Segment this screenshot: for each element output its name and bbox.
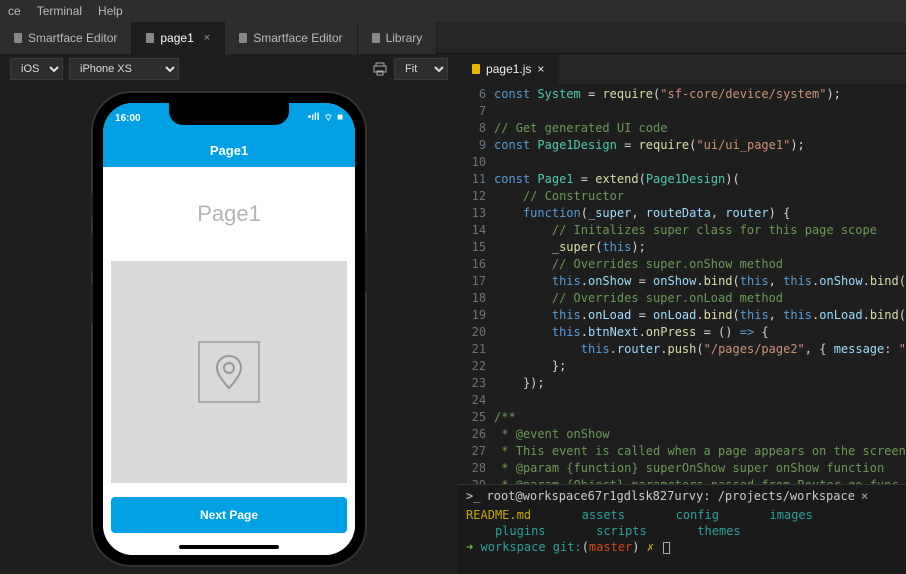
close-icon[interactable]: ×	[204, 32, 210, 44]
notch	[169, 103, 289, 125]
battery-icon: ■	[337, 112, 343, 125]
editor-tab-label: page1.js	[486, 62, 531, 76]
code-editor[interactable]: 6 7 8 9 10 11 12 13 14 15 16 17 18 19 20…	[458, 84, 906, 484]
editor-tab[interactable]: page1.js ×	[458, 54, 558, 84]
device-frame: 16:00 •ıll ⌔ ■ Page1 Page1	[93, 93, 365, 565]
menu-item[interactable]: Help	[98, 4, 123, 18]
code-content[interactable]: const System = require("sf-core/device/s…	[494, 84, 906, 484]
device-screen[interactable]: 16:00 •ıll ⌔ ■ Page1 Page1	[103, 103, 355, 555]
device-select[interactable]: iPhone XS	[69, 58, 179, 80]
statusbar-time: 16:00	[115, 113, 141, 124]
menubar: ce Terminal Help	[0, 0, 906, 22]
menu-item[interactable]: ce	[8, 4, 21, 18]
tab[interactable]: Smartface Editor	[225, 22, 357, 54]
tab[interactable]: Library	[358, 22, 438, 54]
signal-icon: •ıll	[308, 112, 320, 125]
tabbar: Smartface Editor page1 × Smartface Editor Li…	[0, 22, 906, 54]
preview-toolbar: iOS iPhone XS Fit	[0, 54, 458, 84]
line-numbers: 6 7 8 9 10 11 12 13 14 15 16 17 18 19 20…	[458, 84, 494, 484]
menu-item[interactable]: Terminal	[37, 4, 82, 18]
home-indicator	[179, 545, 279, 549]
headerbar-title: Page1	[210, 143, 248, 158]
platform-select[interactable]: iOS	[10, 58, 63, 80]
file-icon	[146, 33, 154, 43]
terminal[interactable]: >_ root@workspace67r1gdlsk827urvy: /proj…	[458, 484, 906, 574]
image-placeholder[interactable]	[111, 261, 347, 483]
page-label[interactable]: Page1	[103, 167, 355, 261]
location-pin-icon	[198, 341, 260, 403]
terminal-output: README.md assets config images plugins s…	[466, 507, 898, 539]
close-icon[interactable]: ×	[537, 62, 544, 76]
fit-select[interactable]: Fit	[394, 58, 448, 80]
tab-label: page1	[160, 31, 193, 45]
terminal-prompt-icon: >_	[466, 489, 480, 503]
print-icon[interactable]	[372, 61, 388, 77]
tab[interactable]: Smartface Editor	[0, 22, 132, 54]
editor-tabbar: page1.js ×	[458, 54, 906, 84]
preview-pane: iOS iPhone XS Fit 16:00 •ıll ⌔ ■	[0, 54, 458, 574]
wifi-icon: ⌔	[324, 112, 333, 125]
tab-label: Smartface Editor	[28, 31, 117, 45]
headerbar: Page1	[103, 133, 355, 167]
file-icon	[372, 33, 380, 43]
terminal-prompt[interactable]: ➜ workspace git:(master) ✗	[466, 539, 898, 555]
terminal-tab-title[interactable]: root@workspace67r1gdlsk827urvy: /project…	[487, 489, 855, 503]
next-page-button[interactable]: Next Page	[111, 497, 347, 533]
close-icon[interactable]: ×	[861, 489, 868, 503]
editor-pane: page1.js × 6 7 8 9 10 11 12 13 14 15 16 …	[458, 54, 906, 574]
js-file-icon	[472, 64, 480, 74]
tab-label: Smartface Editor	[253, 31, 342, 45]
tab-label: Library	[386, 31, 423, 45]
file-icon	[239, 33, 247, 43]
file-icon	[14, 33, 22, 43]
tab[interactable]: page1 ×	[132, 22, 225, 54]
